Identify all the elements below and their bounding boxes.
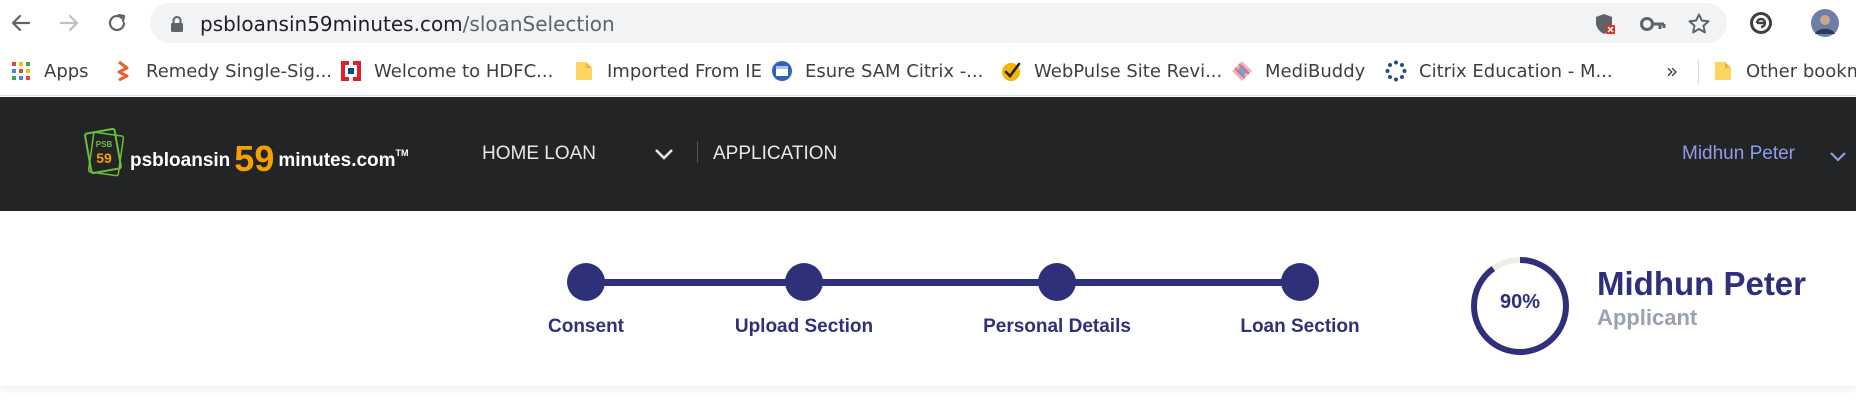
user-menu-chevron-down-icon[interactable] bbox=[1830, 149, 1846, 167]
medibuddy-icon bbox=[1231, 60, 1253, 82]
logo-part1: psbloansin bbox=[130, 150, 231, 171]
bookmarks-bar: Apps Remedy Single-Sig... Welcome to HDF… bbox=[0, 46, 1856, 96]
bookmark-hdfc[interactable]: Welcome to HDFC... bbox=[340, 56, 553, 86]
address-bar[interactable]: psbloansin59minutes.com/sloanSelection bbox=[150, 3, 1727, 43]
forward-arrow-icon[interactable] bbox=[54, 8, 84, 38]
step-label-consent[interactable]: Consent bbox=[486, 316, 686, 338]
reload-icon[interactable] bbox=[102, 8, 132, 38]
shield-blocked-icon[interactable] bbox=[1592, 11, 1618, 37]
profile-progress-percent: 90% bbox=[1499, 291, 1541, 313]
logo-badge-top: PSB bbox=[96, 140, 113, 149]
home-loan-chevron-down-icon[interactable] bbox=[654, 147, 674, 165]
bookmark-label: WebPulse Site Revi... bbox=[1034, 60, 1223, 82]
bookmark-remedy[interactable]: Remedy Single-Sig... bbox=[112, 56, 332, 86]
lock-icon[interactable] bbox=[164, 11, 190, 37]
step-dot-consent[interactable] bbox=[567, 263, 605, 301]
user-menu-name[interactable]: Midhun Peter bbox=[1682, 143, 1795, 165]
citrix-window-icon bbox=[771, 60, 793, 82]
url-text[interactable]: psbloansin59minutes.com/sloanSelection bbox=[200, 12, 615, 36]
bookmarks-overflow-chevron[interactable]: » bbox=[1666, 56, 1678, 86]
url-domain: psbloansin59minutes.com bbox=[200, 12, 463, 36]
bookmark-esure-sam-citrix[interactable]: Esure SAM Citrix -... bbox=[771, 56, 983, 86]
bookmark-imported-from-ie[interactable]: Imported From IE bbox=[573, 56, 762, 86]
logo-59: 59 bbox=[234, 138, 275, 179]
back-arrow-icon[interactable] bbox=[6, 8, 36, 38]
logo-part2: minutes.com bbox=[278, 150, 396, 171]
step-dot-personal-details[interactable] bbox=[1038, 263, 1076, 301]
citrix-dots-icon bbox=[1385, 60, 1407, 82]
site-logo-text[interactable]: psbloansin 59 minutes.comTM bbox=[130, 133, 409, 179]
step-label-upload-section[interactable]: Upload Section bbox=[704, 316, 904, 338]
bookmark-label: Esure SAM Citrix -... bbox=[805, 60, 984, 82]
bookmark-label: Apps bbox=[44, 60, 89, 82]
profile-name: Midhun Peter bbox=[1597, 265, 1807, 302]
bookmark-label: Remedy Single-Sig... bbox=[146, 60, 333, 82]
bookmark-other-bookmarks[interactable]: Other bookma bbox=[1712, 56, 1856, 86]
key-icon[interactable] bbox=[1640, 11, 1666, 37]
star-icon[interactable] bbox=[1686, 11, 1712, 37]
folder-icon bbox=[573, 60, 595, 82]
remedy-icon bbox=[112, 60, 134, 82]
bookmark-label: Imported From IE bbox=[607, 60, 762, 82]
bookmark-medibuddy[interactable]: MediBuddy bbox=[1231, 56, 1365, 86]
bookmark-label: Other bookma bbox=[1746, 60, 1856, 82]
bookmark-citrix-education[interactable]: Citrix Education - M... bbox=[1385, 56, 1613, 86]
apps-grid-icon bbox=[10, 60, 32, 82]
bookmark-label: Citrix Education - M... bbox=[1419, 60, 1613, 82]
bookmark-label: Welcome to HDFC... bbox=[374, 60, 554, 82]
webpulse-icon bbox=[1000, 60, 1022, 82]
bookmark-webpulse[interactable]: WebPulse Site Revi... bbox=[1000, 56, 1222, 86]
logo-trademark: TM bbox=[395, 148, 409, 158]
bookmark-label: MediBuddy bbox=[1265, 60, 1366, 82]
step-label-personal-details[interactable]: Personal Details bbox=[957, 316, 1157, 338]
stepper-track bbox=[586, 279, 1300, 286]
bookmarks-divider bbox=[1698, 60, 1699, 84]
psb-logo-icon[interactable]: PSB 59 bbox=[82, 127, 126, 177]
folder-icon bbox=[1712, 60, 1734, 82]
logo-badge-number: 59 bbox=[96, 150, 112, 166]
profile-role: Applicant bbox=[1597, 305, 1698, 330]
step-label-loan-section[interactable]: Loan Section bbox=[1200, 316, 1400, 338]
step-dot-upload-section[interactable] bbox=[785, 263, 823, 301]
extension-icon[interactable] bbox=[1746, 8, 1776, 38]
site-header: PSB 59 psbloansin 59 minutes.comTM HOME LO… bbox=[0, 97, 1856, 211]
nav-application[interactable]: APPLICATION bbox=[713, 143, 837, 165]
bookmark-apps[interactable]: Apps bbox=[10, 56, 89, 86]
hdfc-icon bbox=[340, 60, 362, 82]
browser-toolbar: psbloansin59minutes.com/sloanSelection bbox=[0, 0, 1856, 46]
url-path: /sloanSelection bbox=[462, 12, 615, 36]
profile-avatar-icon[interactable] bbox=[1810, 8, 1840, 38]
nav-home-loan[interactable]: HOME LOAN bbox=[482, 143, 596, 165]
nav-divider bbox=[697, 141, 698, 163]
step-dot-loan-section[interactable] bbox=[1281, 263, 1319, 301]
application-progress-section: Consent Upload Section Personal Details … bbox=[0, 211, 1856, 386]
